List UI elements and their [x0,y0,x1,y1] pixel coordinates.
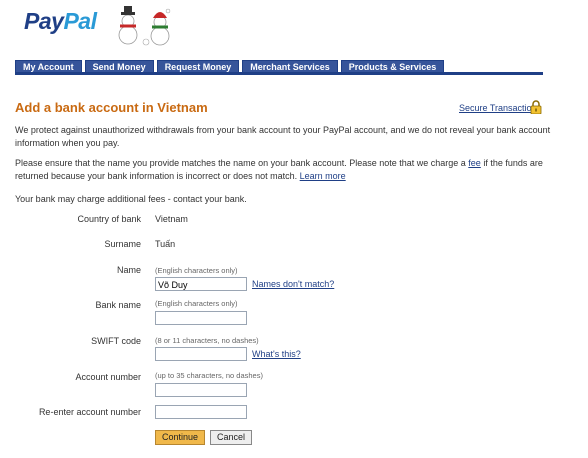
continue-button[interactable]: Continue [155,430,205,445]
name-notice-paragraph: Please ensure that the name you provide … [15,157,555,183]
name-hint: (English characters only) [155,266,238,275]
page-title: Add a bank account in Vietnam [15,100,208,115]
fee-link[interactable]: fee [468,158,481,168]
secure-transaction-link[interactable]: Secure Transaction [459,103,537,113]
account-number-hint: (up to 35 characters, no dashes) [155,371,263,380]
bank-name-hint: (English characters only) [155,299,238,308]
lock-icon [530,100,542,114]
account-number-input[interactable] [155,383,247,397]
bank-name-input[interactable] [155,311,247,325]
surname-label: Surname [104,239,141,249]
swift-code-label: SWIFT code [91,336,141,346]
tab-underline [15,72,543,75]
reenter-account-label: Re-enter account number [38,407,141,417]
country-value: Vietnam [155,214,188,224]
account-number-label: Account number [75,372,141,382]
country-label: Country of bank [77,214,141,224]
cancel-button[interactable]: Cancel [210,430,252,445]
logo-pal: Pal [63,8,97,34]
name-input[interactable]: Võ Duy [155,277,247,291]
swift-code-input[interactable] [155,347,247,361]
surname-value: Tuấn [155,239,176,249]
logo-pay: Pay [24,8,64,34]
reenter-account-input[interactable] [155,405,247,419]
names-dont-match-link[interactable]: Names don't match? [252,279,334,289]
notice-text-1: Please ensure that the name you provide … [15,158,469,168]
intro-paragraph: We protect against unauthorized withdraw… [15,125,551,148]
learn-more-link[interactable]: Learn more [300,171,346,181]
bank-fees-note: Your bank may charge additional fees - c… [15,194,247,204]
swift-code-hint: (8 or 11 characters, no dashes) [155,336,259,345]
whats-this-link[interactable]: What's this? [252,349,301,359]
name-label: Name [116,265,141,275]
bank-name-label: Bank name [95,300,141,310]
snowmen-icon [118,6,171,46]
